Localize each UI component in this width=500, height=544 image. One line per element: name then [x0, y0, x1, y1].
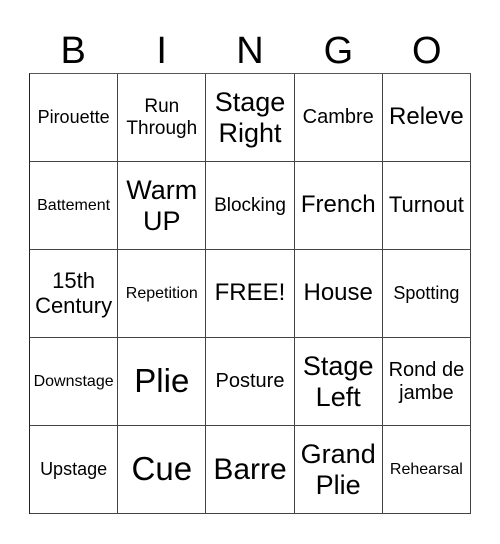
header-letter-i: I [156, 30, 167, 72]
bingo-cell[interactable]: Cambre [294, 74, 383, 162]
bingo-cell[interactable]: Stage Right [206, 74, 295, 162]
bingo-header: B I N G O [29, 28, 471, 74]
bingo-cell[interactable]: French [294, 162, 383, 250]
bingo-grid: Pirouette Run Through Stage Right Cambre… [29, 73, 471, 514]
free-space-cell[interactable]: FREE! [206, 250, 295, 338]
bingo-cell[interactable]: Run Through [118, 74, 207, 162]
bingo-cell[interactable]: Stage Left [294, 338, 383, 426]
header-letter-n: N [236, 30, 264, 72]
header-letter-o: O [412, 30, 442, 72]
bingo-cell[interactable]: Downstage [30, 338, 119, 426]
bingo-cell[interactable]: Spotting [382, 250, 471, 338]
header-letter-g: G [323, 30, 354, 72]
bingo-cell[interactable]: Warm UP [118, 162, 207, 250]
bingo-cell[interactable]: Posture [206, 338, 295, 426]
bingo-cell[interactable]: 15th Century [30, 250, 119, 338]
bingo-cell[interactable]: Pirouette [30, 74, 119, 162]
bingo-cell[interactable]: Barre [206, 426, 295, 514]
bingo-cell[interactable]: Repetition [118, 250, 207, 338]
bingo-cell[interactable]: Upstage [30, 426, 119, 514]
bingo-cell[interactable]: Plie [118, 338, 207, 426]
bingo-cell[interactable]: Rond de jambe [382, 338, 471, 426]
bingo-cell[interactable]: Grand Plie [294, 426, 383, 514]
bingo-cell[interactable]: Blocking [206, 162, 295, 250]
bingo-cell[interactable]: Turnout [382, 162, 471, 250]
bingo-cell[interactable]: Battement [30, 162, 119, 250]
bingo-cell[interactable]: Releve [382, 74, 471, 162]
bingo-cell[interactable]: Cue [118, 426, 207, 514]
header-letter-b: B [60, 30, 86, 72]
bingo-cell[interactable]: Rehearsal [382, 426, 471, 514]
bingo-cell[interactable]: House [294, 250, 383, 338]
